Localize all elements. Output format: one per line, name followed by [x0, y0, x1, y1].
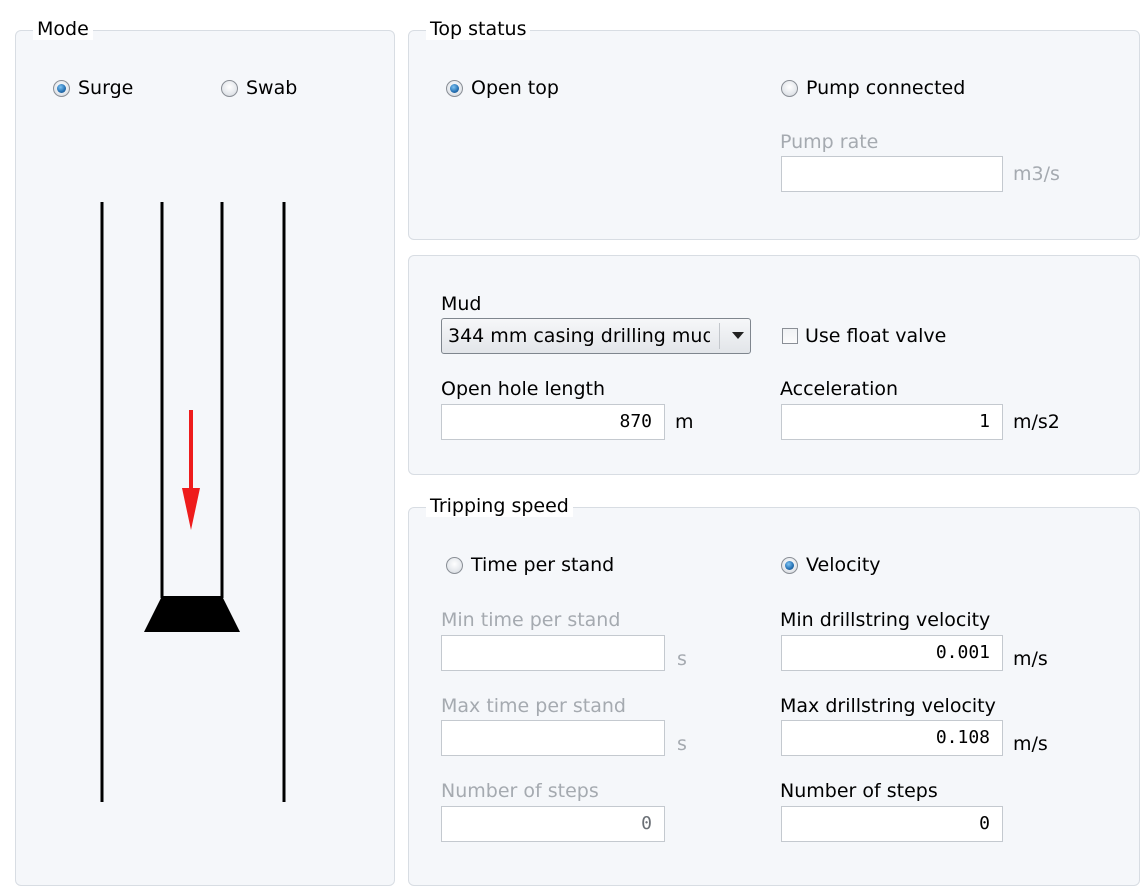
acceleration-label: Acceleration	[780, 378, 899, 400]
number-of-steps-time-label: Number of steps	[441, 780, 599, 802]
time-per-stand-radio[interactable]: Time per stand	[446, 554, 614, 576]
float-valve-checkbox[interactable]: Use float valve	[782, 325, 946, 347]
pump-connected-label: Pump connected	[806, 77, 966, 99]
number-of-steps-velocity-label: Number of steps	[780, 780, 938, 802]
max-time-per-stand-unit: s	[677, 733, 687, 755]
mode-legend: Mode	[33, 18, 93, 40]
velocity-radio[interactable]: Velocity	[781, 554, 881, 576]
number-of-steps-velocity-input[interactable]: 0	[781, 806, 1003, 842]
time-per-stand-label: Time per stand	[471, 554, 615, 576]
acceleration-input[interactable]: 1	[781, 404, 1003, 440]
surge-label: Surge	[78, 77, 134, 99]
acceleration-unit: m/s2	[1013, 411, 1060, 433]
pump-rate-label: Pump rate	[780, 131, 879, 153]
mud-select-value: 344 mm casing drilling mud	[448, 325, 710, 347]
max-drillstring-velocity-unit: m/s	[1013, 733, 1048, 755]
pump-connected-radio-indicator[interactable]	[781, 79, 798, 97]
float-valve-label: Use float valve	[805, 325, 947, 347]
open-hole-length-input[interactable]: 870	[441, 404, 665, 440]
surge-radio[interactable]: Surge	[53, 77, 133, 99]
number-of-steps-time-input[interactable]: 0	[441, 806, 665, 842]
open-hole-length-unit: m	[675, 411, 694, 433]
drill-bit-shape	[144, 596, 240, 632]
min-drillstring-velocity-unit: m/s	[1013, 648, 1048, 670]
time-per-stand-radio-indicator[interactable]	[446, 556, 463, 574]
velocity-label: Velocity	[806, 554, 881, 576]
swab-radio[interactable]: Swab	[221, 77, 297, 99]
top-status-group	[408, 30, 1140, 240]
pump-rate-input[interactable]	[781, 156, 1003, 192]
swab-label: Swab	[246, 77, 298, 99]
mud-select-separator	[719, 323, 720, 349]
open-hole-length-label: Open hole length	[441, 378, 606, 400]
tripping-speed-legend: Tripping speed	[426, 495, 573, 517]
min-drillstring-velocity-input[interactable]: 0.001	[781, 635, 1003, 671]
pump-connected-radio[interactable]: Pump connected	[781, 77, 965, 99]
max-drillstring-velocity-input[interactable]: 0.108	[781, 720, 1003, 756]
pump-rate-unit: m3/s	[1013, 163, 1060, 185]
surge-radio-indicator[interactable]	[53, 79, 70, 97]
mud-settings-group	[408, 255, 1140, 475]
velocity-radio-indicator[interactable]	[781, 556, 798, 574]
direction-arrow-head	[182, 488, 200, 530]
max-time-per-stand-label: Max time per stand	[441, 695, 626, 717]
min-time-per-stand-label: Min time per stand	[441, 609, 621, 631]
min-drillstring-velocity-label: Min drillstring velocity	[780, 609, 991, 631]
min-time-per-stand-unit: s	[677, 648, 687, 670]
open-top-label: Open top	[471, 77, 559, 99]
max-time-per-stand-input[interactable]	[441, 720, 665, 756]
min-time-per-stand-input[interactable]	[441, 635, 665, 671]
open-top-radio[interactable]: Open top	[446, 77, 559, 99]
top-status-legend: Top status	[426, 18, 531, 40]
swab-radio-indicator[interactable]	[221, 79, 238, 97]
mud-label: Mud	[441, 293, 482, 315]
open-top-radio-indicator[interactable]	[446, 79, 463, 97]
wellbore-diagram-icon	[100, 202, 286, 802]
float-valve-checkbox-box[interactable]	[782, 328, 798, 344]
chevron-down-icon[interactable]	[732, 332, 744, 339]
max-drillstring-velocity-label: Max drillstring velocity	[780, 695, 996, 717]
mud-select[interactable]: 344 mm casing drilling mud	[441, 318, 751, 354]
